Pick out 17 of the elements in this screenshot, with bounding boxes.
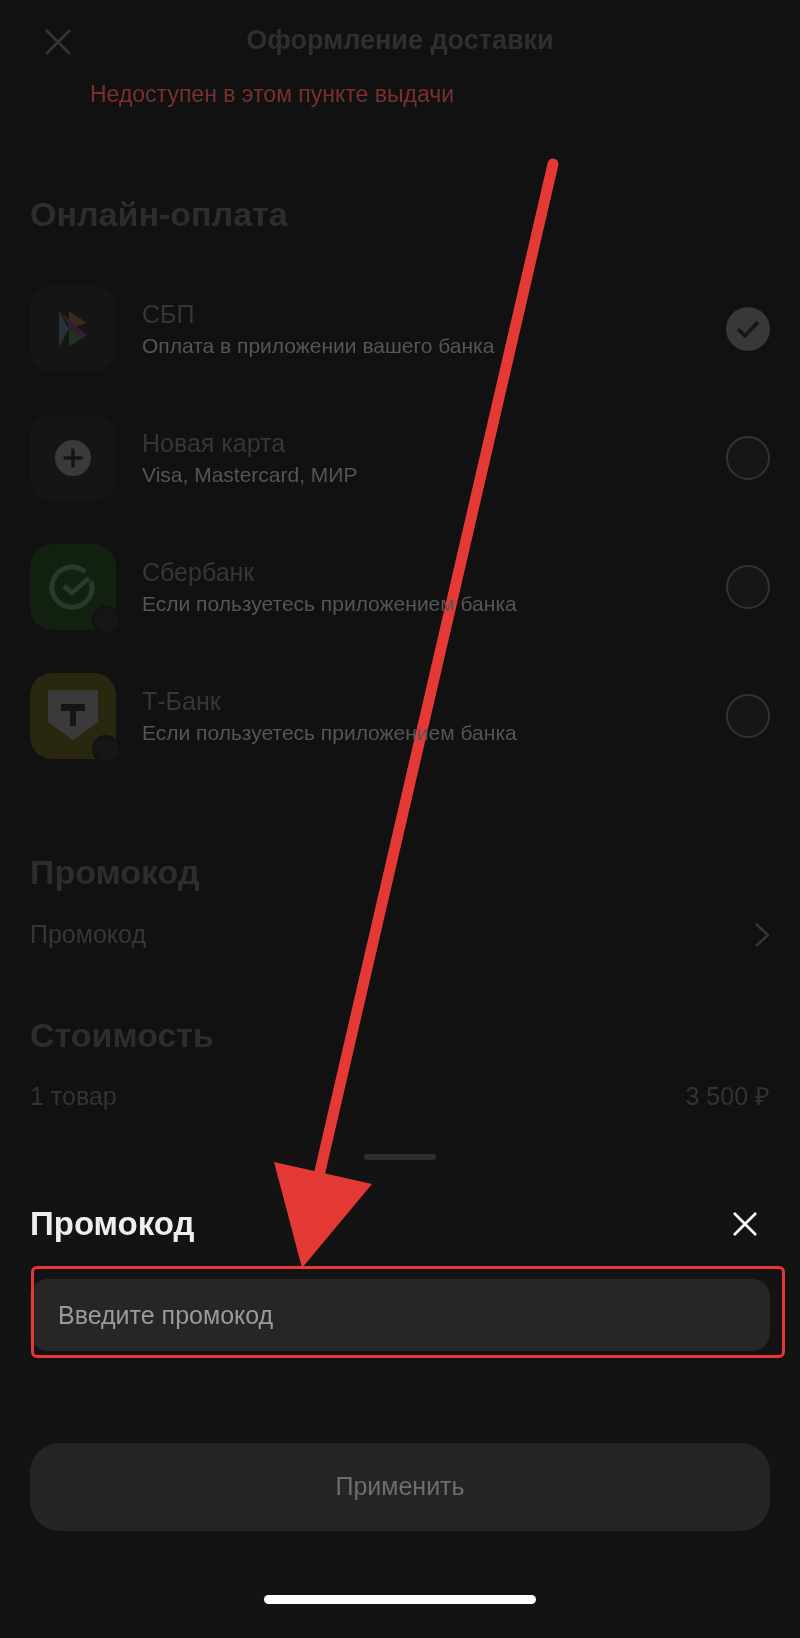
apply-button[interactable]: Применить: [30, 1443, 770, 1531]
promo-code-field[interactable]: Введите промокод: [30, 1279, 770, 1351]
radio-button[interactable]: [726, 565, 770, 609]
bank-logo-icon: [30, 673, 116, 759]
radio-button[interactable]: [726, 307, 770, 351]
plus-icon: [30, 415, 116, 501]
sbp-logo-icon: [30, 286, 116, 372]
radio-button[interactable]: [726, 436, 770, 480]
chevron-right-icon: [754, 922, 770, 948]
method-description: Оплата в приложении вашего банка: [142, 333, 495, 359]
radio-button[interactable]: [726, 694, 770, 738]
availability-notice: Недоступен в этом пункте выдачи: [90, 80, 455, 108]
check-icon: [736, 319, 760, 339]
method-description: Visa, Mastercard, МИР: [142, 462, 358, 488]
sheet-handle[interactable]: [364, 1154, 436, 1160]
bank-logo-icon: [30, 544, 116, 630]
sheet-title: Промокод: [30, 1204, 195, 1245]
